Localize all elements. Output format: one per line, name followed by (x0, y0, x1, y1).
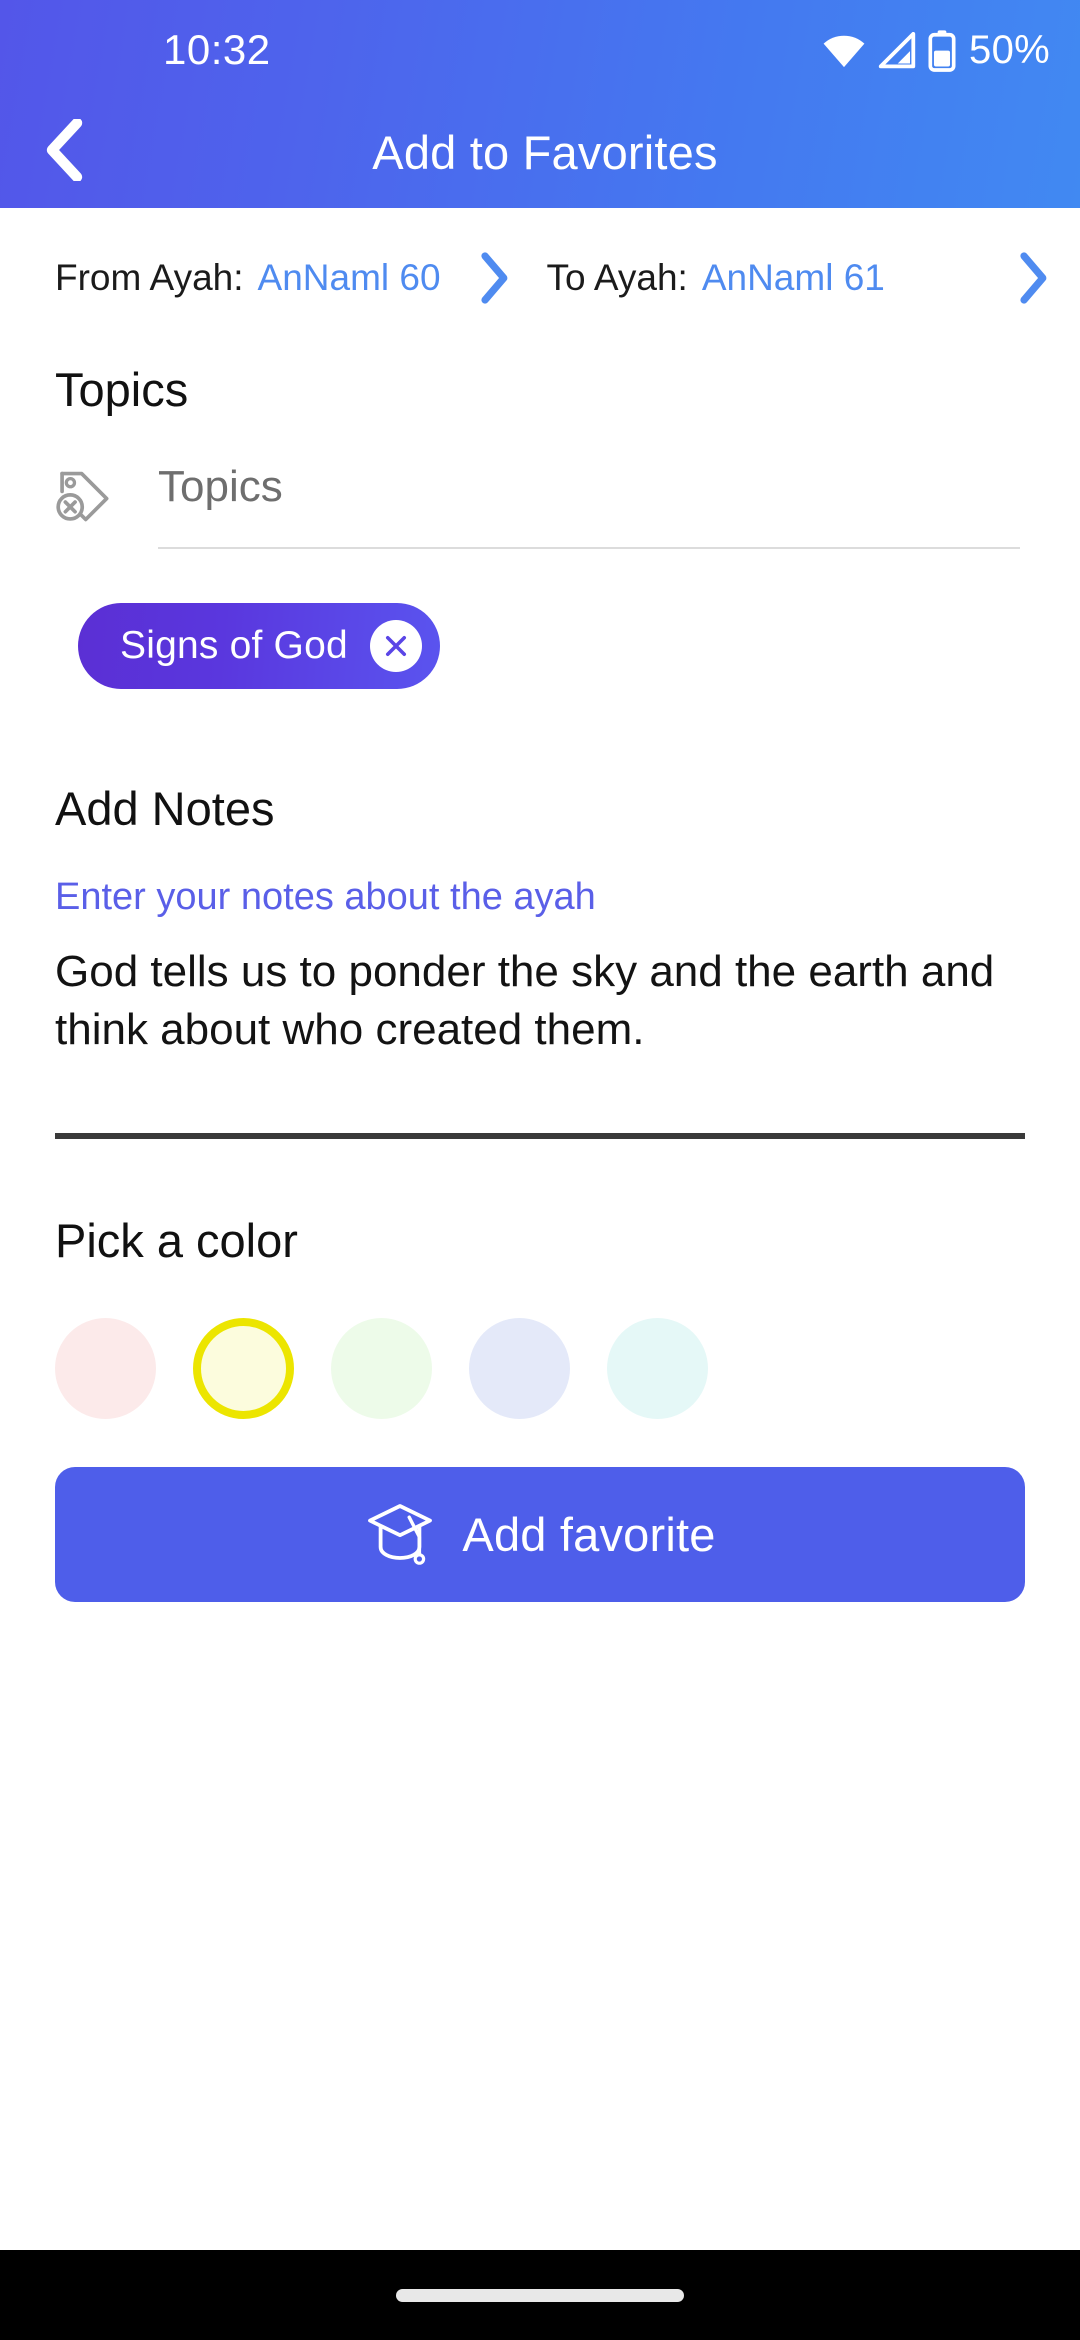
color-swatch-yellow[interactable] (193, 1318, 294, 1420)
app-bar: Add to Favorites (0, 96, 1080, 208)
topics-input-underline: Topics (158, 465, 1020, 549)
home-gesture-pill[interactable] (396, 2288, 684, 2302)
main-content: From Ayah: AnNaml 60 To Ayah: AnNaml 61 … (0, 208, 1080, 2250)
color-picker-heading: Pick a color (55, 1214, 298, 1268)
top-bar: 10:32 50% Add to Favorites (0, 0, 1080, 208)
color-swatch-lavender[interactable] (469, 1318, 570, 1420)
page-title: Add to Favorites (372, 125, 718, 179)
color-swatch-mint[interactable] (607, 1318, 708, 1420)
to-ayah-value[interactable]: AnNaml 61 (702, 257, 885, 299)
topics-input-row: Topics (0, 465, 1080, 549)
add-favorite-button[interactable]: Add favorite (55, 1467, 1025, 1603)
battery-icon (928, 29, 956, 72)
to-ayah-chevron-right-icon[interactable] (1016, 252, 1050, 304)
ayah-range-selector: From Ayah: AnNaml 60 To Ayah: AnNaml 61 (0, 208, 1080, 304)
wifi-icon (822, 34, 866, 68)
tag-remove-icon (52, 467, 114, 529)
battery-percent-label: 50% (969, 28, 1050, 72)
status-bar: 10:32 50% (0, 0, 1080, 96)
topics-heading: Topics (55, 363, 189, 416)
from-ayah-label: From Ayah: (55, 257, 244, 298)
app-screen: 10:32 50% Add to Favorites From Ayah: An… (0, 0, 1080, 2340)
color-swatch-list (0, 1268, 1080, 1420)
topic-chip[interactable]: Signs of God (78, 603, 440, 689)
notes-floating-label: Enter your notes about the ayah (55, 876, 596, 918)
to-ayah-label: To Ayah: (546, 257, 688, 298)
topics-input[interactable]: Topics (158, 465, 1020, 509)
topics-chip-list: Signs of God (0, 549, 1080, 689)
graduation-cap-icon (364, 1500, 436, 1569)
cellular-signal-icon (877, 31, 917, 70)
from-ayah-value[interactable]: AnNaml 60 (258, 257, 441, 299)
system-navigation-bar (0, 2250, 1080, 2340)
topic-chip-label: Signs of God (120, 624, 348, 667)
close-circle-icon[interactable] (369, 620, 422, 672)
notes-heading: Add Notes (55, 782, 275, 835)
notes-textarea[interactable]: God tells us to ponder the sky and the e… (0, 943, 1080, 1059)
color-swatch-pink[interactable] (55, 1318, 156, 1420)
color-swatch-green[interactable] (331, 1318, 432, 1420)
status-bar-icons: 50% (822, 28, 1050, 73)
add-favorite-label: Add favorite (462, 1508, 716, 1562)
from-ayah-chevron-right-icon[interactable] (477, 252, 511, 304)
section-divider (55, 1133, 1025, 1140)
status-bar-clock: 10:32 (163, 26, 271, 73)
